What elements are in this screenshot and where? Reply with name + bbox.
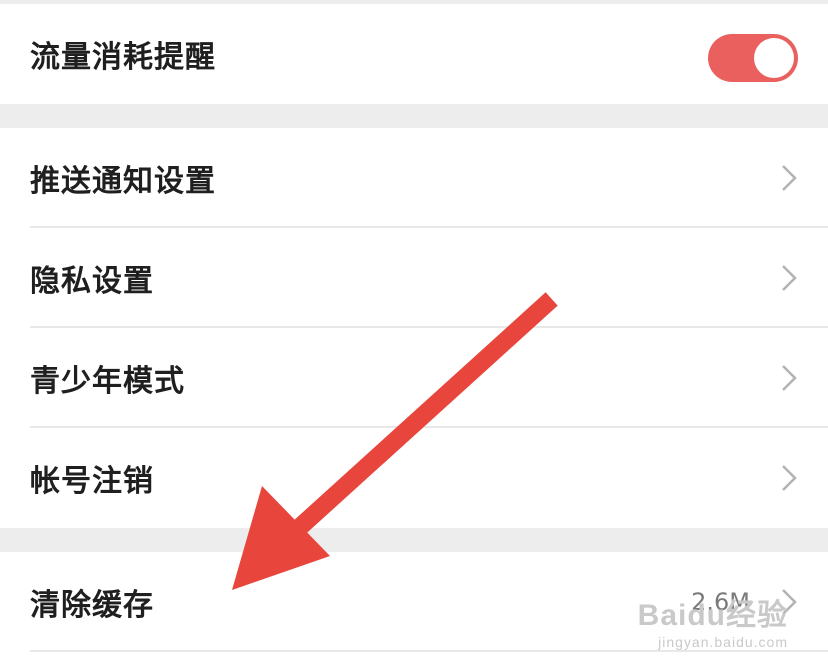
watermark-url: jingyan.baidu.com [658,634,788,650]
chevron-right-icon [782,365,797,391]
baidu-watermark: Baidu经验 jingyan.baidu.com [638,590,788,650]
traffic-reminder-label: 流量消耗提醒 [30,40,216,75]
push-notification-label: 推送通知设置 [30,164,216,199]
row-divider [30,650,828,652]
settings-group-2: 推送通知设置 隐私设置 青少年模式 帐号注销 [0,128,828,528]
teen-mode-label: 青少年模式 [30,364,185,399]
toggle-knob [754,38,794,78]
chevron-right-icon [782,465,797,491]
clear-cache-label: 清除缓存 [30,588,154,623]
chevron-right-icon [782,265,797,291]
account-cancel-row[interactable]: 帐号注销 [0,428,828,528]
push-notification-row[interactable]: 推送通知设置 [0,128,828,228]
traffic-reminder-row[interactable]: 流量消耗提醒 [0,4,828,104]
settings-group-1: 流量消耗提醒 [0,4,828,104]
chevron-right-icon [782,165,797,191]
teen-mode-row[interactable]: 青少年模式 [0,328,828,428]
account-cancel-label: 帐号注销 [30,464,154,499]
privacy-settings-row[interactable]: 隐私设置 [0,228,828,328]
watermark-brand: Baidu经验 [637,599,788,632]
traffic-reminder-toggle[interactable] [708,34,798,82]
privacy-settings-label: 隐私设置 [30,264,154,299]
